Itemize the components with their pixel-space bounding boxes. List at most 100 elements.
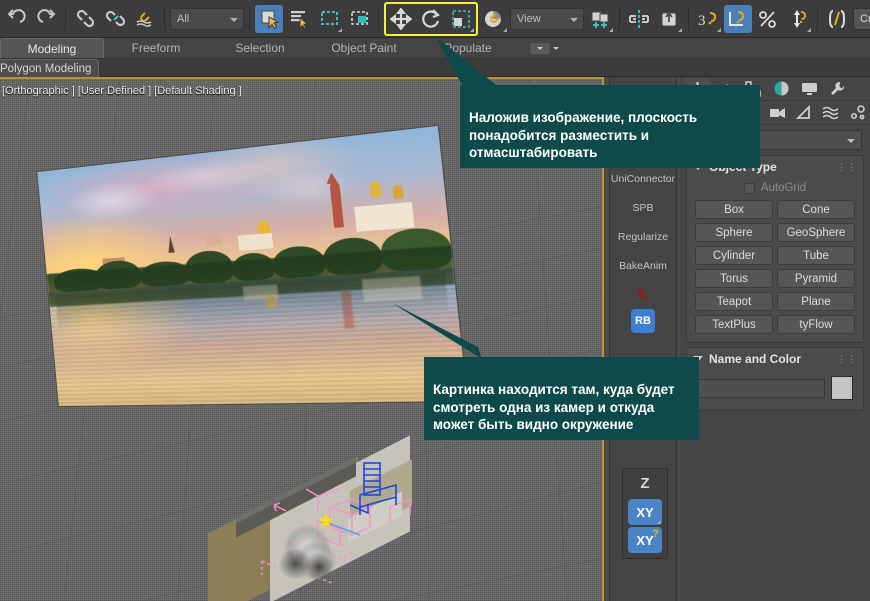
object-button-label: Torus xyxy=(719,272,749,285)
object-button-textplus[interactable]: TextPlus xyxy=(695,315,773,334)
select-by-name-icon[interactable] xyxy=(285,5,313,33)
object-button-label: Box xyxy=(724,203,744,216)
material-editor-icon[interactable] xyxy=(784,5,812,33)
scene-geometry[interactable] xyxy=(200,435,470,601)
chevron-down-icon xyxy=(570,17,578,22)
ribbon-options-pill xyxy=(530,42,550,54)
cameras-icon[interactable] xyxy=(765,102,790,124)
object-button-sphere[interactable]: Sphere xyxy=(695,223,773,242)
curve-editor-icon[interactable] xyxy=(724,4,752,33)
create-selection-label: Create Selection xyxy=(860,12,870,25)
object-button-label: Sphere xyxy=(715,226,753,239)
mirror-icon[interactable] xyxy=(625,5,653,33)
object-button-torus[interactable]: Torus xyxy=(695,269,773,288)
create-selection-set-button[interactable]: Create Selection xyxy=(853,7,870,30)
motion-tab-icon[interactable] xyxy=(768,78,794,100)
layer-explorer-icon[interactable]: 3 xyxy=(694,5,722,33)
object-button-pyramid[interactable]: Pyramid xyxy=(777,269,855,288)
tool-spb[interactable]: SPB xyxy=(610,193,676,222)
object-button-geosphere[interactable]: GeoSphere xyxy=(777,223,855,242)
object-button-label: Pyramid xyxy=(794,272,838,285)
schematic-view-icon[interactable] xyxy=(754,5,782,33)
unlink-selection-icon[interactable] xyxy=(101,5,129,33)
coordinate-system-value: View xyxy=(517,12,541,25)
object-button-label: TextPlus xyxy=(712,318,756,331)
axis-xy-query-button[interactable]: XY ? xyxy=(628,527,662,553)
flyout-corner xyxy=(678,27,682,32)
autogrid-checkbox[interactable] xyxy=(743,182,755,194)
tool-label: Regularize xyxy=(617,230,669,243)
object-name-input[interactable] xyxy=(697,378,825,398)
systems-icon[interactable] xyxy=(845,102,870,124)
redo-icon[interactable] xyxy=(32,5,60,33)
sub-tab-label: Polygon Modeling xyxy=(0,62,92,75)
toolbar-separator xyxy=(65,6,66,31)
name-and-color-body xyxy=(687,370,863,410)
tab-modeling[interactable]: Modeling xyxy=(0,38,104,58)
display-tab-icon[interactable] xyxy=(796,78,822,100)
tab-label: Modeling xyxy=(27,41,77,56)
callout-camera: Картинка находится там, куда будет смотр… xyxy=(424,357,699,441)
tool-label: SPB xyxy=(632,201,654,214)
callout-plane-text: Наложив изображение, плоскость понадобит… xyxy=(469,110,698,160)
object-button-plane[interactable]: Plane xyxy=(777,292,855,311)
grip-dots-icon: ⋮⋮ xyxy=(837,353,857,364)
reference-coordinate-system-dropdown[interactable]: View xyxy=(510,7,584,30)
axis-xy-button[interactable]: XY xyxy=(628,499,662,525)
name-and-color-header[interactable]: Name and Color ⋮⋮ xyxy=(687,348,863,370)
tool-label: BakeAnim xyxy=(619,259,667,272)
selection-filter-dropdown[interactable]: All xyxy=(170,7,244,30)
axis-constraints-box: Z XY XY ? xyxy=(622,468,668,559)
ribbon-options-dropdown[interactable] xyxy=(530,38,559,58)
toolbar-separator xyxy=(817,6,818,31)
object-button-cone[interactable]: Cone xyxy=(777,200,855,219)
select-and-link-icon[interactable] xyxy=(71,5,99,33)
tool-bakeanim[interactable]: BakeAnim xyxy=(610,251,676,280)
tool-uniconnector[interactable]: UniConnector xyxy=(610,164,676,193)
bind-to-space-warp-icon[interactable] xyxy=(131,5,159,33)
name-and-color-rollout: Name and Color ⋮⋮ xyxy=(686,347,864,411)
flyout-corner xyxy=(717,27,721,32)
selection-filter-value: All xyxy=(177,12,190,25)
flyout-corner xyxy=(657,520,661,524)
axis-z-label: Z xyxy=(640,475,650,492)
object-button-teapot[interactable]: Teapot xyxy=(695,292,773,311)
autogrid-row[interactable]: AutoGrid xyxy=(695,180,855,200)
undo-icon[interactable] xyxy=(2,5,30,33)
chevron-down-icon xyxy=(553,46,559,50)
flyout-corner xyxy=(807,27,811,32)
object-color-swatch[interactable] xyxy=(831,376,853,400)
rectangular-selection-region-icon[interactable] xyxy=(315,5,343,33)
tab-selection[interactable]: Selection xyxy=(208,38,312,58)
3ds-max-window: All View 3 C Modeling Freeform Selection… xyxy=(0,0,870,601)
use-selection-center-icon[interactable] xyxy=(586,5,614,33)
smoke-shadow xyxy=(304,553,334,581)
render-setup-icon[interactable] xyxy=(823,5,851,33)
toolbar-separator xyxy=(688,6,689,31)
object-button-tyflow[interactable]: tyFlow xyxy=(777,315,855,334)
grip-dots-icon: ⋮⋮ xyxy=(837,161,857,172)
flyout-corner xyxy=(609,27,613,32)
object-type-button-grid: Box Cone Sphere GeoSphere Cylinder Tube … xyxy=(695,200,855,334)
helpers-icon[interactable] xyxy=(791,102,816,124)
align-icon[interactable] xyxy=(655,5,683,33)
object-button-tube[interactable]: Tube xyxy=(777,246,855,265)
space-warps-icon[interactable] xyxy=(818,102,843,124)
rollout-title: Name and Color xyxy=(709,352,802,366)
tool-regularize[interactable]: Regularize xyxy=(610,222,676,251)
brush-icon[interactable] xyxy=(610,280,676,306)
axis-xy-label: XY xyxy=(636,504,654,520)
sub-tab-polygon-modeling[interactable]: Polygon Modeling xyxy=(0,59,100,77)
utilities-tab-icon[interactable] xyxy=(824,78,850,100)
tab-freeform[interactable]: Freeform xyxy=(104,38,208,58)
select-object-icon[interactable] xyxy=(255,4,283,33)
object-button-label: Cylinder xyxy=(712,249,756,262)
axis-z-button[interactable]: Z xyxy=(623,472,667,497)
viewport-label: [Orthographic ] [User Defined ] [Default… xyxy=(2,85,242,97)
window-crossing-icon[interactable] xyxy=(345,5,373,33)
rb-button-icon[interactable]: RB xyxy=(631,309,655,333)
object-button-box[interactable]: Box xyxy=(695,200,773,219)
object-button-label: Tube xyxy=(803,249,829,262)
object-button-cylinder[interactable]: Cylinder xyxy=(695,246,773,265)
object-button-label: GeoSphere xyxy=(786,226,846,239)
